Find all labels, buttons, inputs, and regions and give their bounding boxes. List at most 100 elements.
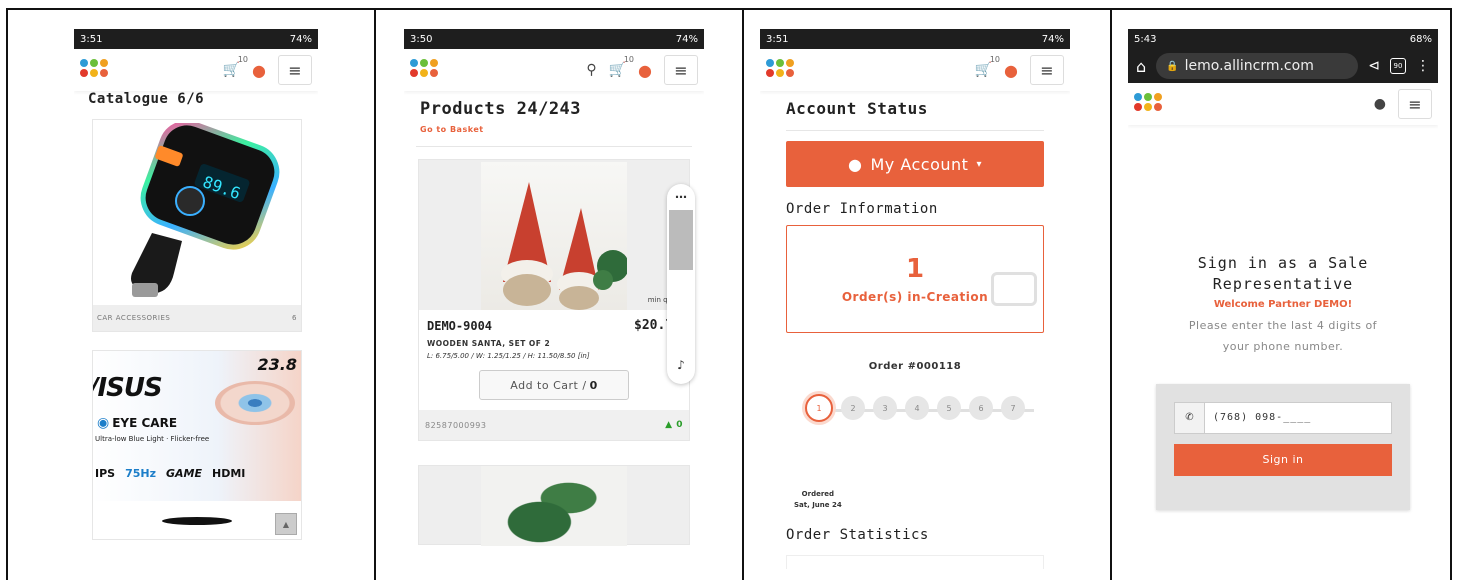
- brand-logo[interactable]: [766, 59, 796, 81]
- item-category: CAR ACCESSORIES: [97, 314, 171, 322]
- order-info-heading: Order Information: [786, 201, 938, 217]
- floating-side-panel[interactable]: ⋯ ♪: [667, 184, 695, 384]
- user-icon[interactable]: ●: [1004, 61, 1018, 80]
- browser-toolbar: ⌂ 🔒 lemo.allincrm.com ⊲ 90 ⋮: [1128, 49, 1438, 83]
- step-2[interactable]: 2: [841, 396, 865, 420]
- order-statistics-card: [786, 555, 1044, 569]
- brand-logo[interactable]: [410, 59, 440, 81]
- caret-down-icon: ▾: [976, 158, 982, 170]
- phone-screen-products: 3:50 74% ⚲ 🛒 10 ● ≡ Products 24/243 Go to…: [404, 29, 704, 549]
- stock-indicator: ▲ 0: [665, 420, 683, 430]
- top-nav: ⚲ 🛒 10 ● ≡: [404, 49, 704, 91]
- step-4[interactable]: 4: [905, 396, 929, 420]
- home-icon[interactable]: ⌂: [1136, 57, 1146, 76]
- user-icon[interactable]: ●: [252, 61, 266, 80]
- product-image: [481, 466, 627, 546]
- user-icon: ●: [848, 154, 863, 174]
- orders-in-creation-card[interactable]: 1 Order(s) in-Creation: [786, 225, 1044, 333]
- overlay-ghost: [991, 272, 1037, 306]
- user-icon[interactable]: ●: [638, 61, 652, 80]
- lock-icon: 🔒: [1166, 60, 1179, 72]
- order-count: 1: [905, 254, 925, 284]
- top-nav: ● ≡: [1128, 83, 1438, 125]
- instructions: Please enter the last 4 digits of your p…: [1188, 319, 1378, 353]
- menu-icon[interactable]: ≡: [1398, 89, 1432, 119]
- cart-icon[interactable]: 🛒 10: [223, 55, 248, 78]
- read-aloud-icon[interactable]: ♪: [677, 358, 685, 372]
- product-name: WOODEN SANTA, SET OF 2: [427, 339, 551, 348]
- status-time: 3:51: [766, 33, 789, 45]
- gnome-image: [501, 182, 627, 310]
- phone-input[interactable]: [1204, 401, 1392, 434]
- page-title: Catalogue 6/6: [88, 91, 205, 107]
- address-bar[interactable]: 🔒 lemo.allincrm.com: [1156, 53, 1359, 79]
- catalogue-item[interactable]: /ISUS 23.8 ◉ EYE CARE Ultra-low Blue Ligh…: [92, 350, 302, 540]
- go-to-basket-link[interactable]: Go to Basket: [404, 119, 704, 146]
- cart-count-badge: 10: [623, 55, 635, 64]
- brand-logo[interactable]: [80, 59, 110, 81]
- url-text: lemo.allincrm.com: [1184, 58, 1314, 74]
- status-battery: 74%: [1041, 33, 1064, 45]
- scroll-to-top-icon[interactable]: ▲: [275, 513, 297, 535]
- status-bar: 3:51 74%: [760, 29, 1070, 49]
- status-bar: 5:43 68%: [1128, 29, 1438, 49]
- item-count: 6: [292, 314, 297, 322]
- menu-icon[interactable]: ≡: [278, 55, 312, 85]
- step-5[interactable]: 5: [937, 396, 961, 420]
- step-1[interactable]: 1: [805, 394, 833, 422]
- signin-form: ✆ Sign in: [1156, 383, 1410, 510]
- search-icon[interactable]: ⚲: [586, 63, 596, 77]
- status-battery: 74%: [675, 33, 698, 45]
- status-time: 5:43: [1134, 33, 1157, 45]
- eye-icon: [215, 381, 295, 425]
- status-time: 3:51: [80, 33, 103, 45]
- brand-wordmark: /ISUS: [92, 373, 163, 403]
- divider: [416, 146, 692, 147]
- more-options-icon[interactable]: ⋮: [1416, 58, 1430, 74]
- screen-size: 23.8: [257, 355, 297, 374]
- top-nav: 🛒 10 ● ≡: [74, 49, 318, 91]
- product-image: 89.6: [93, 120, 301, 305]
- step-3[interactable]: 3: [873, 396, 897, 420]
- phone-screen-account: 3:51 74% 🛒 10 ● ≡ Account Status ● My Acc…: [760, 29, 1070, 569]
- order-progress-steps: 1 2 3 4 5 6 7: [760, 394, 1070, 422]
- divider: [786, 130, 1044, 131]
- phone-icon: ✆: [1174, 401, 1204, 434]
- signin-heading: Sign in as a Sale Representative: [1197, 254, 1369, 293]
- catalogue-item[interactable]: 89.6 CAR ACCESSORIES 6: [92, 119, 302, 332]
- product-image: min qty: 2: [419, 160, 689, 310]
- step-6[interactable]: 6: [969, 396, 993, 420]
- screenshot-panel-4: 5:43 68% ⌂ 🔒 lemo.allincrm.com ⊲ 90 ⋮ ● …: [1110, 8, 1452, 580]
- my-account-button[interactable]: ● My Account ▾: [786, 141, 1044, 187]
- phone-screen-signin: 5:43 68% ⌂ 🔒 lemo.allincrm.com ⊲ 90 ⋮ ● …: [1128, 29, 1438, 569]
- sign-in-button[interactable]: Sign in: [1174, 443, 1392, 476]
- monitor-stand: [93, 501, 301, 539]
- step-7[interactable]: 7: [1001, 396, 1025, 420]
- status-bar: 3:50 74%: [404, 29, 704, 49]
- status-battery: 68%: [1409, 33, 1432, 45]
- page-title: Products 24/243: [420, 99, 582, 119]
- screenshot-panel-1: 3:51 74% 🛒 10 ● ≡ Catalogue 6/6 89.6 CAR…: [6, 8, 376, 580]
- cart-count-badge: 10: [237, 55, 249, 64]
- eye-care-label: ◉ EYE CARE: [97, 415, 178, 431]
- cart-qty: 0: [589, 378, 598, 392]
- eye-care-sub: Ultra-low Blue Light · Flicker-free: [95, 435, 210, 443]
- share-icon[interactable]: ⊲: [1368, 58, 1380, 74]
- cart-icon[interactable]: 🛒 10: [609, 55, 634, 78]
- brand-logo[interactable]: [1134, 93, 1164, 115]
- tabs-count-icon[interactable]: 90: [1390, 58, 1406, 74]
- screenshot-panel-2: 3:50 74% ⚲ 🛒 10 ● ≡ Products 24/243 Go to…: [374, 8, 744, 580]
- more-options-icon[interactable]: ⋯: [675, 190, 687, 204]
- order-number: Order #000118: [868, 361, 962, 372]
- step-caption: Ordered Sat, June 24: [794, 490, 842, 509]
- product-card[interactable]: [418, 465, 690, 546]
- status-bar: 3:51 74%: [74, 29, 318, 49]
- menu-icon[interactable]: ≡: [664, 55, 698, 85]
- user-icon[interactable]: ●: [1374, 97, 1386, 111]
- product-card[interactable]: min qty: 2 DEMO-9004 $20.75 WOODEN SANTA…: [418, 159, 695, 441]
- add-to-cart-button[interactable]: Add to Cart /0: [479, 370, 629, 400]
- status-battery: 74%: [289, 33, 312, 45]
- side-scroll-bar[interactable]: [669, 210, 693, 270]
- menu-icon[interactable]: ≡: [1030, 55, 1064, 85]
- cart-icon[interactable]: 🛒 10: [975, 55, 1000, 78]
